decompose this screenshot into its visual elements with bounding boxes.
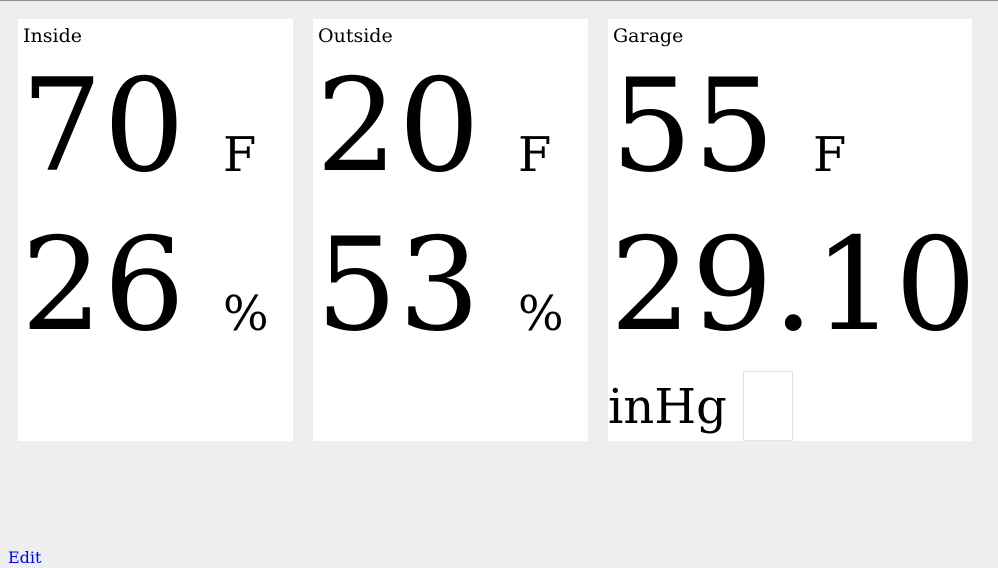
pressure-unit: inHg — [608, 379, 727, 435]
temperature-unit: F — [813, 127, 847, 183]
panel-title: Garage — [613, 25, 684, 47]
panel-inside: Inside 70 F 26 % — [18, 19, 293, 441]
temperature-unit: F — [223, 127, 257, 183]
humidity-value: 26 — [21, 211, 186, 360]
humidity-value: 53 — [316, 211, 481, 360]
pressure-value: 29.10 — [610, 211, 977, 360]
panel-outside: Outside 20 F 53 % — [313, 19, 588, 441]
humidity-unit: % — [518, 286, 564, 342]
panel-title: Outside — [318, 25, 393, 47]
edit-link[interactable]: Edit — [8, 548, 41, 568]
panel-title: Inside — [23, 25, 82, 47]
temperature-unit: F — [518, 127, 552, 183]
temperature-value: 55 — [611, 52, 776, 201]
temperature-value: 70 — [21, 52, 186, 201]
panel-garage: Garage 55 F 29.10 inHg — [608, 19, 976, 441]
humidity-unit: % — [223, 286, 269, 342]
temperature-value: 20 — [316, 52, 481, 201]
empty-placeholder-box — [743, 371, 793, 441]
